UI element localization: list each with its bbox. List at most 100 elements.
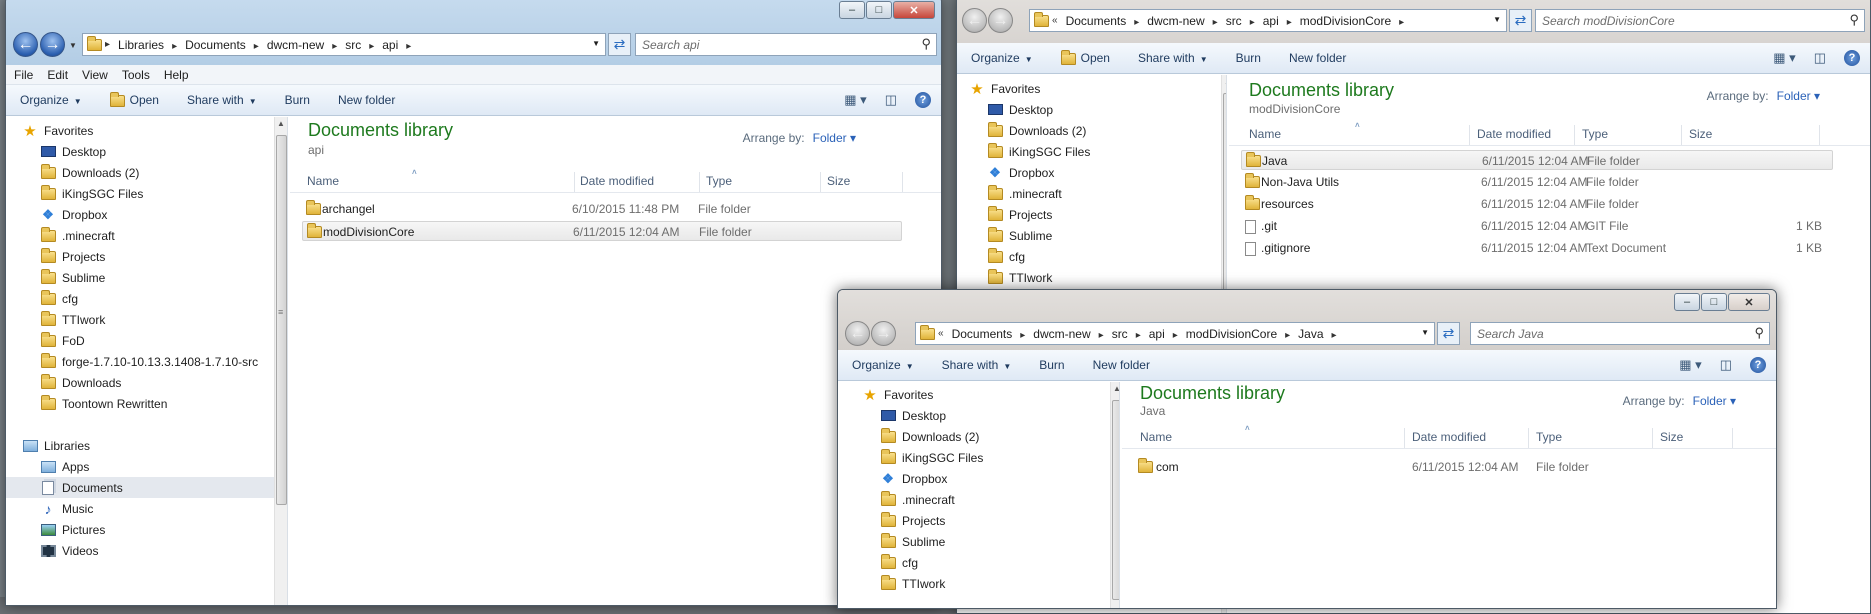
breadcrumb-separator[interactable]: ▸	[329, 41, 340, 52]
nav-item-cfg[interactable]: cfg	[957, 246, 1226, 267]
new-folder-button[interactable]: New folder	[1289, 51, 1346, 65]
file-row[interactable]: .gitignore 6/11/2015 12:04 AM Text Documen…	[1241, 238, 1833, 258]
menu-file[interactable]: File	[14, 68, 33, 82]
address-dropdown-icon[interactable]: ▼	[1493, 15, 1501, 24]
column-date[interactable]: Date modified	[1412, 430, 1486, 444]
pane-splitter[interactable]: ≡	[278, 307, 283, 317]
search-input[interactable]: Search Java ⚲	[1470, 322, 1770, 345]
nav-item-minecraft[interactable]: .minecraft	[838, 489, 1119, 510]
file-row[interactable]: archangel 6/10/2015 11:48 PM File folder	[302, 199, 902, 219]
breadcrumb-item[interactable]: Documents	[947, 327, 1018, 341]
overflow-chevron-icon[interactable]: «	[935, 328, 947, 339]
nav-item-dropbox[interactable]: ❖ Dropbox	[838, 468, 1119, 489]
open-button[interactable]: Open	[109, 91, 159, 107]
share-with-button[interactable]: Share with ▼	[1138, 51, 1208, 65]
breadcrumb-separator[interactable]: ▸	[1133, 330, 1144, 341]
nav-item-projects[interactable]: Projects	[6, 246, 287, 267]
nav-item-desktop[interactable]: Desktop	[838, 405, 1119, 426]
nav-item-pictures[interactable]: Pictures	[6, 519, 287, 540]
address-dropdown-icon[interactable]: ▼	[592, 39, 600, 48]
column-name[interactable]: Name	[1140, 430, 1172, 444]
close-button[interactable]: ✕	[893, 1, 935, 19]
breadcrumb-separator[interactable]: ▸	[1170, 330, 1181, 341]
nav-item-sublime[interactable]: Sublime	[957, 225, 1226, 246]
preview-pane-icon[interactable]: ◫	[1814, 50, 1826, 66]
breadcrumb-item[interactable]: Documents	[1061, 14, 1132, 28]
refresh-button[interactable]: ⇄	[1437, 322, 1460, 345]
minimize-button[interactable]: –	[839, 1, 865, 19]
column-date[interactable]: Date modified	[580, 174, 654, 188]
overflow-chevron-icon[interactable]: «	[1049, 15, 1061, 26]
column-name[interactable]: Name	[1249, 127, 1281, 141]
address-bar[interactable]: ▸ Libraries ▸ Documents ▸ dwcm-new ▸ src ▸ api ▸ …	[82, 33, 606, 56]
breadcrumb-item[interactable]: dwcm-new	[1142, 14, 1209, 28]
nav-item-apps[interactable]: Apps	[6, 456, 287, 477]
column-type[interactable]: Type	[1582, 127, 1608, 141]
help-icon[interactable]: ?	[1750, 357, 1766, 373]
column-size[interactable]: Size	[827, 174, 850, 188]
nav-item-cfg[interactable]: cfg	[6, 288, 287, 309]
address-dropdown-icon[interactable]: ▼	[1421, 328, 1429, 337]
breadcrumb-item[interactable]: dwcm-new	[262, 38, 329, 52]
forward-button[interactable]: →	[988, 8, 1013, 33]
nav-item-music[interactable]: ♪ Music	[6, 498, 287, 519]
breadcrumb-separator[interactable]: ▸	[1210, 17, 1221, 28]
refresh-button[interactable]: ⇄	[608, 33, 631, 56]
organize-button[interactable]: Organize ▼	[20, 93, 82, 107]
breadcrumb-item[interactable]: modDivisionCore	[1295, 14, 1396, 28]
file-row[interactable]: resources 6/11/2015 12:04 AM File folder	[1241, 194, 1833, 214]
column-size[interactable]: Size	[1660, 430, 1683, 444]
history-dropdown-icon[interactable]: ▼	[69, 41, 77, 50]
arrange-dropdown[interactable]: Folder ▾	[813, 131, 856, 145]
address-bar[interactable]: « Documents ▸ dwcm-new ▸ src ▸ api ▸ modDivision…	[915, 322, 1435, 345]
nav-item-libraries[interactable]: Libraries	[6, 435, 287, 456]
nav-item-toontown-rewritten[interactable]: Toontown Rewritten	[6, 393, 287, 414]
breadcrumb-separator[interactable]: ▸	[1282, 330, 1293, 341]
breadcrumb-separator[interactable]: ▸	[1096, 330, 1107, 341]
minimize-button[interactable]: –	[1674, 293, 1700, 311]
breadcrumb-separator[interactable]: ▸	[1329, 330, 1340, 341]
maximize-button[interactable]: □	[1701, 293, 1727, 311]
file-row[interactable]: Non-Java Utils 6/11/2015 12:04 AM File fol…	[1241, 172, 1833, 192]
breadcrumb-separator[interactable]: ▸	[1284, 17, 1295, 28]
file-row[interactable]: .git 6/11/2015 12:04 AM GIT File 1 KB	[1241, 216, 1833, 236]
nav-item-ikingsgc-files[interactable]: iKingSGC Files	[838, 447, 1119, 468]
column-type[interactable]: Type	[706, 174, 732, 188]
share-with-button[interactable]: Share with ▼	[187, 93, 257, 107]
file-row[interactable]: Java 6/11/2015 12:04 AM File folder	[1241, 150, 1833, 170]
change-view-icon[interactable]: ▦ ▾	[1679, 357, 1701, 373]
breadcrumb-item[interactable]: api	[377, 38, 403, 52]
burn-button[interactable]: Burn	[1039, 358, 1064, 372]
nav-item-ttiwork[interactable]: TTIwork	[6, 309, 287, 330]
nav-item-desktop[interactable]: Desktop	[6, 141, 287, 162]
back-button[interactable]: ←	[845, 321, 870, 346]
maximize-button[interactable]: □	[866, 1, 892, 19]
nav-item-desktop[interactable]: Desktop	[957, 99, 1226, 120]
column-date[interactable]: Date modified	[1477, 127, 1551, 141]
burn-button[interactable]: Burn	[285, 93, 310, 107]
nav-scrollbar[interactable]: ▲	[1110, 382, 1119, 608]
breadcrumb-item[interactable]: Java	[1293, 327, 1328, 341]
column-name[interactable]: Name	[307, 174, 339, 188]
forward-button[interactable]: →	[871, 321, 896, 346]
breadcrumb-separator[interactable]: ▸	[169, 41, 180, 52]
nav-scrollbar[interactable]: ▲	[274, 117, 287, 605]
address-bar[interactable]: « Documents ▸ dwcm-new ▸ src ▸ api ▸ modDivision…	[1029, 9, 1507, 32]
nav-item-favorites[interactable]: ★ Favorites	[838, 384, 1119, 405]
open-button[interactable]: Open	[1060, 49, 1110, 65]
breadcrumb-separator[interactable]: ▸	[403, 41, 414, 52]
breadcrumb-item[interactable]: Documents	[180, 38, 251, 52]
new-folder-button[interactable]: New folder	[1093, 358, 1150, 372]
nav-scroll-thumb[interactable]	[1112, 400, 1119, 600]
nav-item-minecraft[interactable]: .minecraft	[6, 225, 287, 246]
change-view-icon[interactable]: ▦ ▾	[844, 92, 866, 108]
breadcrumb-separator[interactable]: ▸	[251, 41, 262, 52]
nav-item-favorites[interactable]: ★ Favorites	[6, 120, 287, 141]
nav-item-sublime[interactable]: Sublime	[6, 267, 287, 288]
breadcrumb-item[interactable]: modDivisionCore	[1181, 327, 1282, 341]
menu-view[interactable]: View	[82, 68, 108, 82]
nav-item-forge-1-7-10-10-13-3-1408-1-7-10-src[interactable]: forge-1.7.10-10.13.3.1408-1.7.10-src	[6, 351, 287, 372]
file-row[interactable]: modDivisionCore 6/11/2015 12:04 AM File fo…	[302, 221, 902, 241]
breadcrumb-separator[interactable]: ▸	[1017, 330, 1028, 341]
nav-item-dropbox[interactable]: ❖ Dropbox	[6, 204, 287, 225]
